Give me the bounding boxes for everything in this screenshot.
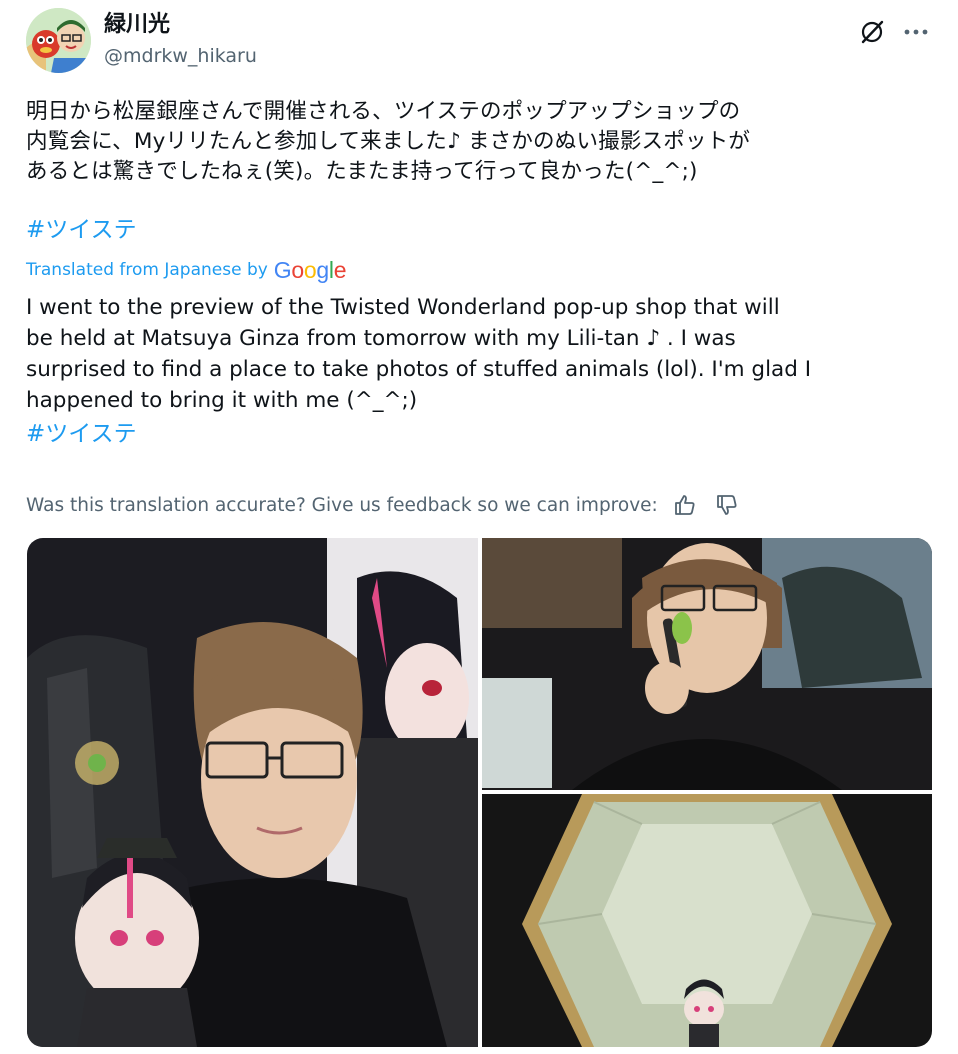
grok-button[interactable] — [856, 16, 888, 48]
translation-hashtag-link[interactable]: #ツイステ — [26, 419, 137, 449]
tweet-original-line: 内覧会に、Myリリたんと参加して来ました♪ まさかのぬい撮影スポットが — [26, 129, 751, 154]
thumbs-down-icon — [716, 495, 737, 515]
feedback-prompt: Was this translation accurate? Give us f… — [26, 494, 658, 516]
tweet-original-line: 明日から松屋銀座さんで開催される、ツイステのポップアップショップの — [26, 99, 741, 124]
author-names: 緑川光 @mdrkw_hikaru — [104, 12, 257, 69]
thumbs-up-icon — [674, 495, 695, 515]
photo-hexagon-image — [482, 794, 932, 1047]
grok-slash-icon — [861, 20, 884, 44]
tweet-translation-line: surprised to find a place to take photos… — [26, 357, 812, 382]
photo-selfie-image — [27, 538, 478, 1047]
avatar-illustration-icon — [26, 8, 91, 73]
author-display-name[interactable]: 緑川光 — [104, 12, 257, 38]
more-options-button[interactable] — [900, 16, 932, 48]
tweet-original-line: あるとは驚きでしたねぇ(笑)。たまたま持って行って良かった(^_^;) — [26, 159, 698, 184]
tweet-media-grid — [27, 538, 932, 1047]
translated-from-label[interactable]: Translated from Japanese by Google — [26, 256, 346, 284]
tweet-translation-line: happened to bring it with me (^_^;) — [26, 388, 418, 413]
author-avatar[interactable] — [26, 8, 91, 73]
more-horizontal-icon — [904, 29, 928, 35]
photo-hexagon-display[interactable] — [482, 794, 932, 1047]
tweet-header: 緑川光 @mdrkw_hikaru — [26, 8, 932, 78]
tweet-translation-text: I went to the preview of the Twisted Won… — [26, 292, 936, 416]
thumbs-up-button[interactable] — [670, 490, 700, 520]
tweet-translation-line: I went to the preview of the Twisted Won… — [26, 295, 780, 320]
thumbs-down-button[interactable] — [712, 490, 742, 520]
translated-label-text: Translated from Japanese by — [26, 260, 268, 280]
tweet-original-text: 明日から松屋銀座さんで開催される、ツイステのポップアップショップの 内覧会に、M… — [26, 97, 936, 187]
photo-pen-image — [482, 538, 932, 790]
tweet-translation-line: be held at Matsuya Ginza from tomorrow w… — [26, 326, 736, 351]
photo-selfie-with-plush[interactable] — [27, 538, 478, 1047]
author-handle[interactable]: @mdrkw_hikaru — [104, 43, 257, 69]
hashtag-link[interactable]: #ツイステ — [26, 215, 137, 245]
google-logo: Google — [273, 257, 347, 283]
translation-feedback: Was this translation accurate? Give us f… — [26, 490, 742, 520]
photo-man-with-pen[interactable] — [482, 538, 932, 790]
